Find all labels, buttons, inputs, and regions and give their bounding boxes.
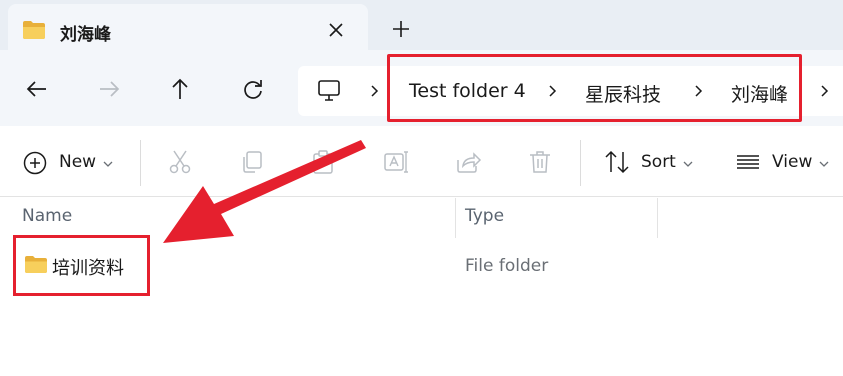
column-header-name[interactable]: Name [22,206,72,226]
chevron-down-icon[interactable] [682,158,694,170]
arrow-left-icon[interactable] [22,74,52,104]
plus-icon[interactable] [386,14,416,44]
refresh-icon[interactable] [238,74,268,104]
paste-icon [313,150,333,174]
view-list-icon[interactable] [734,148,762,176]
folder-icon [23,21,45,39]
file-type: File folder [465,256,549,276]
chevron-right-icon[interactable] [818,82,832,100]
column-header-type[interactable]: Type [465,206,504,226]
toolbar-divider [140,140,141,186]
chevron-down-icon[interactable] [818,158,830,170]
delete-icon [530,151,550,173]
monitor-icon[interactable] [316,78,342,104]
sort-button[interactable]: Sort [641,152,676,172]
rename-icon [384,151,408,173]
command-bar: New Sort View [0,126,843,197]
sort-icon[interactable] [603,148,631,176]
tab-current-folder[interactable]: 刘海峰 [8,4,368,50]
new-plus-icon[interactable] [22,150,48,176]
toolbar-divider [580,140,581,186]
tab-strip: 刘海峰 [0,0,843,50]
copy-icon [243,151,262,173]
arrow-up-icon[interactable] [165,74,195,104]
tab-title: 刘海峰 [60,25,111,45]
column-divider[interactable] [455,198,456,238]
folder-highlight-annotation [13,235,150,296]
chevron-right-icon[interactable] [368,82,382,100]
breadcrumb-highlight-annotation [387,54,802,122]
cut-icon [169,150,191,174]
column-divider[interactable] [657,198,658,238]
close-icon[interactable] [322,16,350,44]
view-button[interactable]: View [772,152,812,172]
arrow-right-icon [100,81,120,97]
share-icon [457,152,482,173]
new-button[interactable]: New [59,152,96,172]
chevron-down-icon[interactable] [102,158,114,170]
